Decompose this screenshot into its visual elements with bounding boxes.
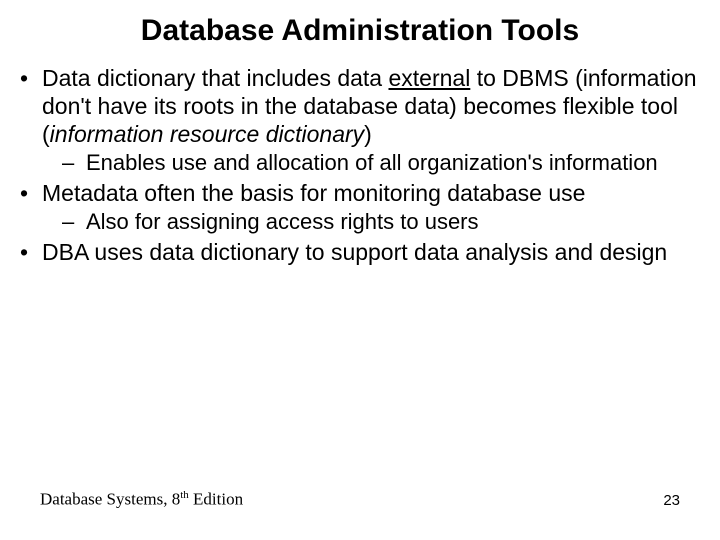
bullet-item-1: Data dictionary that includes data exter… bbox=[10, 64, 710, 177]
bullet2-sub1: Also for assigning access rights to user… bbox=[62, 209, 710, 236]
bullet1-text-pre: Data dictionary that includes data bbox=[42, 65, 388, 91]
bullet1-sublist: Enables use and allocation of all organi… bbox=[42, 150, 710, 177]
bullet1-text-post: ) bbox=[364, 121, 372, 147]
bullet2-sublist: Also for assigning access rights to user… bbox=[42, 209, 710, 236]
bullet2-text: Metadata often the basis for monitoring … bbox=[42, 180, 585, 206]
footer-book-post: Edition bbox=[189, 490, 243, 509]
bullet1-underlined: external bbox=[388, 65, 470, 91]
bullet1-italic: information resource dictionary bbox=[50, 121, 364, 147]
bullet-item-3: DBA uses data dictionary to support data… bbox=[10, 238, 710, 266]
footer-book-title: Database Systems, 8th Edition bbox=[40, 489, 243, 510]
bullet-item-2: Metadata often the basis for monitoring … bbox=[10, 179, 710, 236]
slide-body: Data dictionary that includes data exter… bbox=[10, 64, 710, 266]
bullet1-sub1: Enables use and allocation of all organi… bbox=[62, 150, 710, 177]
footer-book-pre: Database Systems, 8 bbox=[40, 490, 180, 509]
slide-footer: Database Systems, 8th Edition 23 bbox=[0, 489, 720, 510]
footer-book-sup: th bbox=[180, 489, 189, 501]
bullet-list-level1: Data dictionary that includes data exter… bbox=[10, 64, 710, 266]
slide-title: Database Administration Tools bbox=[10, 14, 710, 48]
footer-page-number: 23 bbox=[663, 492, 680, 509]
